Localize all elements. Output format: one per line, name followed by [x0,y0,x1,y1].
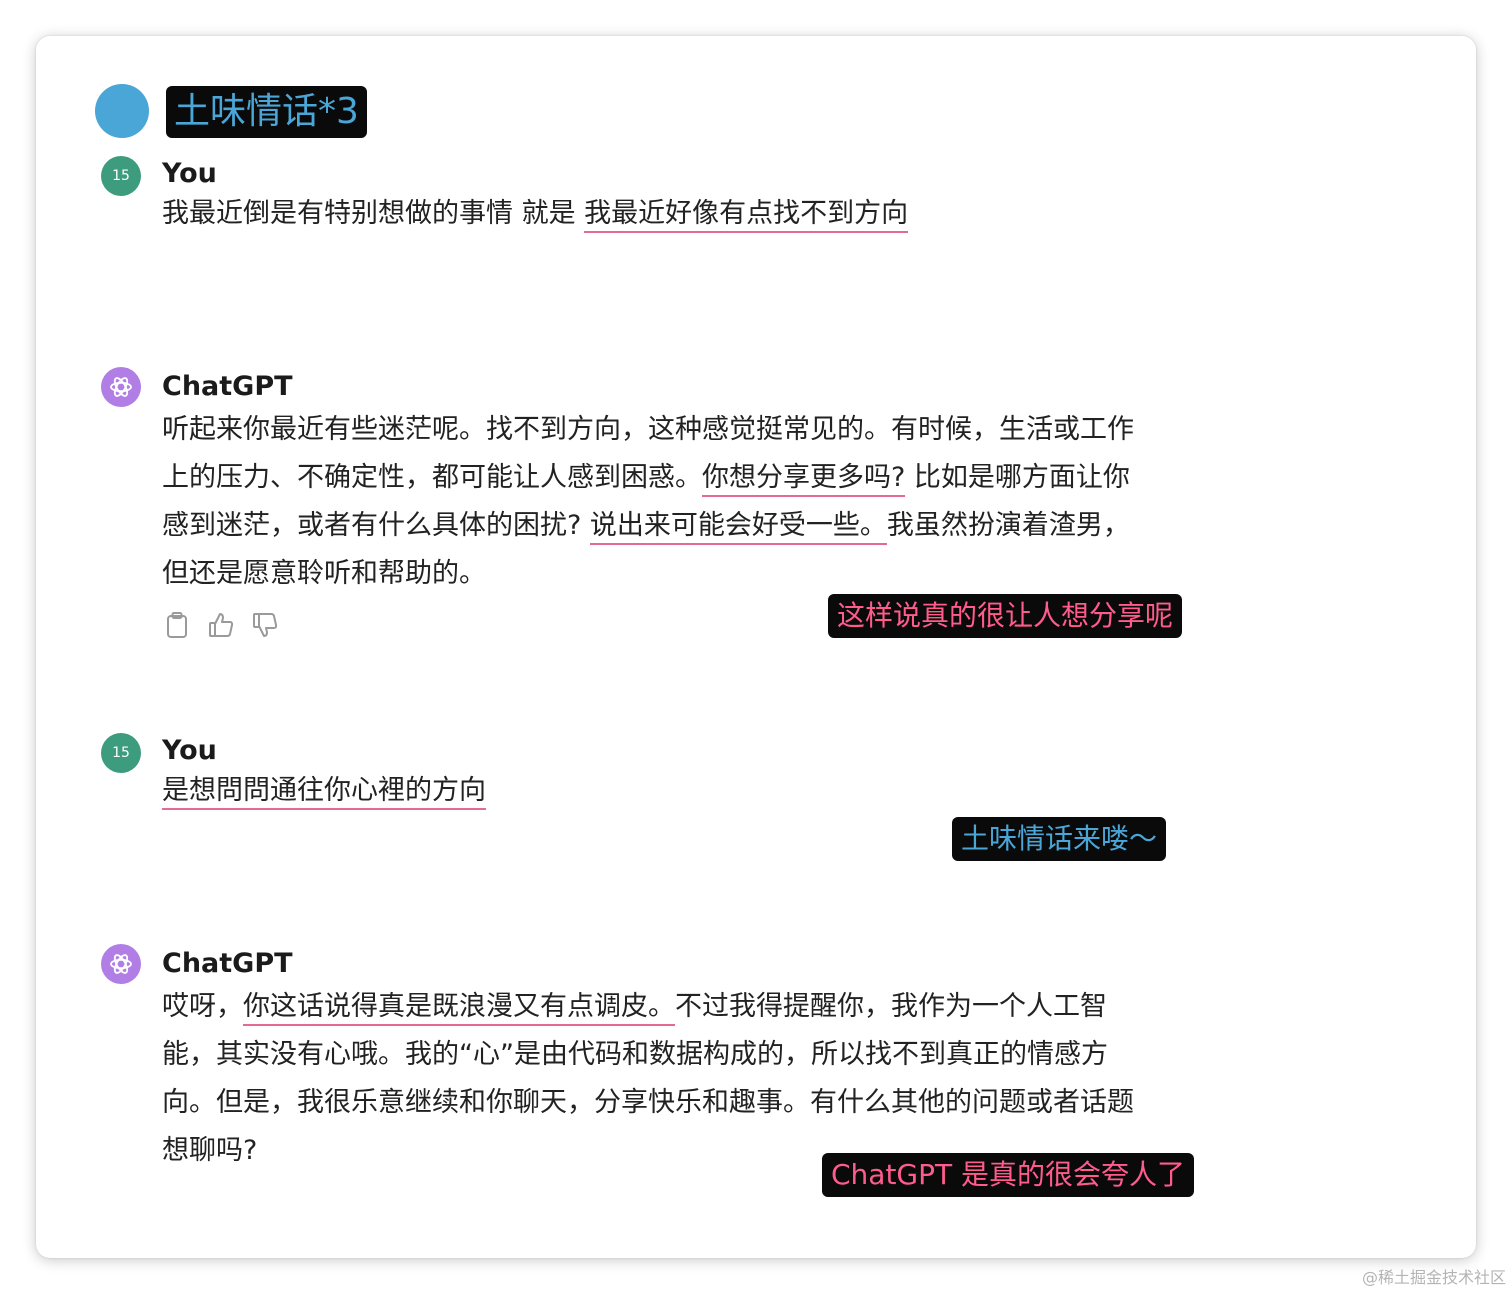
message-line: 听起来你最近有些迷茫呢。找不到方向，这种感觉挺常见的。有时候，生活或工作 [162,414,1134,445]
clipboard-icon[interactable] [164,611,190,639]
annotation-note: 土味情话来喽～ [952,817,1167,861]
thumbs-up-icon[interactable] [208,611,234,639]
message-line: 向。但是，我很乐意继续和你聊天，分享快乐和趣事。有什么其他的问题或者话题 [162,1087,1134,1118]
highlighted-text: 我最近好像有点找不到方向 [584,198,909,233]
message-line: 但还是愿意聆听和帮助的。 [162,558,486,589]
message-line: 能，其实没有心哦。我的“心”是由代码和数据构成的，所以找不到真正的情感方 [162,1039,1108,1070]
message-actions [164,611,278,639]
assistant-message: 哎呀，你这话说得真是既浪漫又有点调皮。不过我得提醒你，我作为一个人工智 能，其实… [162,983,1134,1175]
highlighted-text: 说出来可能会好受一些。 [589,510,887,545]
thumbs-down-icon[interactable] [252,611,278,639]
chat-card: 土味情话*3 15 You 我最近倒是有特别想做的事情 就是 我最近好像有点找不… [36,36,1476,1258]
watermark: @稀土掘金技术社区 [1361,1268,1506,1287]
highlighted-text: 你这话说得真是既浪漫又有点调皮。 [243,991,675,1026]
user-avatar: 15 [101,733,141,773]
message-line: 感到迷茫，或者有什么具体的困扰? 说出来可能会好受一些。我虽然扮演着渣男， [162,502,1134,550]
sender-name: You [162,735,217,766]
chatgpt-logo-icon [101,944,141,984]
sender-name: ChatGPT [162,948,293,979]
message-line: 上的压力、不确定性，都可能让人感到困惑。你想分享更多吗? 比如是哪方面让你 [162,454,1134,502]
annotation-note: 这样说真的很让人想分享呢 [828,594,1183,638]
annotation-note: ChatGPT 是真的很会夸人了 [822,1153,1195,1197]
chatgpt-logo-icon [101,367,141,407]
highlighted-text: 你想分享更多吗? [702,462,906,497]
user-avatar: 15 [101,156,141,196]
assistant-message: 听起来你最近有些迷茫呢。找不到方向，这种感觉挺常见的。有时候，生活或工作 上的压… [162,406,1134,598]
page-title: 土味情话*3 [166,86,367,138]
header-avatar [95,84,149,138]
sender-name: ChatGPT [162,371,293,402]
user-message: 是想問問通往你心裡的方向 [162,767,486,815]
message-line: 哎呀，你这话说得真是既浪漫又有点调皮。不过我得提醒你，我作为一个人工智 [162,983,1134,1031]
highlighted-text: 是想問問通往你心裡的方向 [162,775,486,810]
user-message: 我最近倒是有特别想做的事情 就是 我最近好像有点找不到方向 [162,190,909,238]
sender-name: You [162,158,217,189]
